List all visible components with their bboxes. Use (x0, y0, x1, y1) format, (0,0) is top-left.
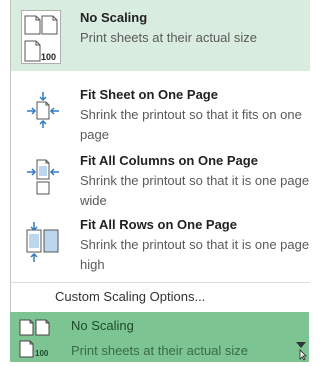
option-description: Shrink the printout so that it fits on o… (80, 107, 302, 142)
scaling-options-menu: 100 No Scaling Print sheets at their act… (10, 0, 310, 312)
custom-scaling-options-item[interactable]: Custom Scaling Options... (11, 282, 310, 312)
menu-option-fit-rows[interactable]: Fit All Rows on One Page Shrink the prin… (11, 212, 310, 280)
option-description: Print sheets at their actual size (80, 30, 258, 45)
no-scaling-icon: 100 (18, 318, 58, 358)
page-margin (0, 0, 10, 362)
fit-columns-icon (25, 154, 61, 198)
menu-option-fit-columns[interactable]: Fit All Columns on One Page Shrink the p… (11, 146, 310, 212)
option-description: Shrink the printout so that it is one pa… (80, 173, 310, 208)
dropdown-icon-label: 100 (35, 349, 49, 358)
fit-sheet-icon (25, 90, 61, 130)
option-title: Fit All Columns on One Page (80, 153, 258, 168)
no-scaling-icon: 100 (21, 10, 61, 64)
custom-scaling-label: Custom Scaling Options... (55, 289, 206, 304)
menu-option-fit-sheet[interactable]: Fit Sheet on One Page Shrink the printou… (11, 80, 310, 146)
scaling-dropdown[interactable]: 100 No Scaling Print sheets at their act… (10, 312, 309, 362)
fit-rows-icon (23, 220, 61, 264)
menu-option-no-scaling[interactable]: 100 No Scaling Print sheets at their act… (11, 0, 310, 71)
dropdown-title: No Scaling (71, 318, 134, 333)
option-description: Shrink the printout so that it is one pa… (80, 237, 310, 272)
no-scaling-icon-label: 100 (41, 52, 56, 62)
option-title: No Scaling (80, 10, 148, 25)
dropdown-arrow-icon[interactable] (295, 341, 309, 366)
option-title: Fit All Rows on One Page (80, 217, 237, 232)
option-title: Fit Sheet on One Page (80, 87, 218, 102)
dropdown-description: Print sheets at their actual size (71, 343, 249, 358)
